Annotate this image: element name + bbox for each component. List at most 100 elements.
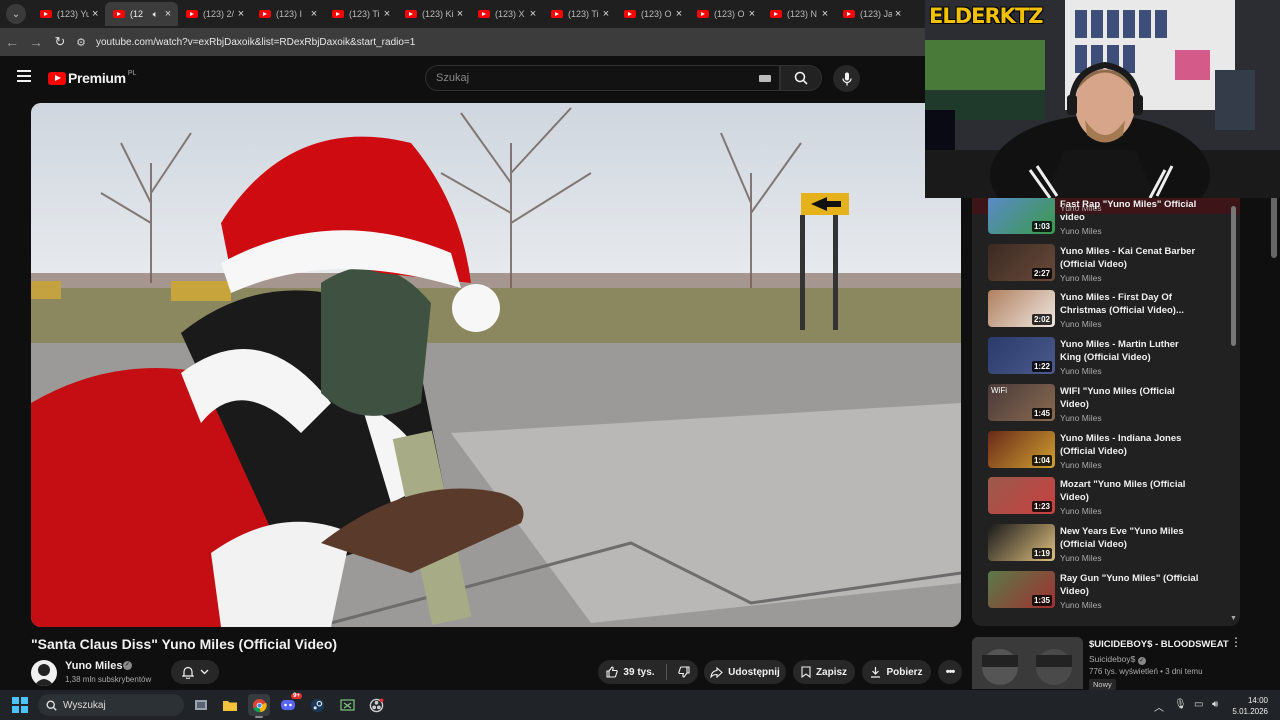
more-actions-button[interactable]: ••• <box>938 660 962 684</box>
browser-tab[interactable]: (123) N × <box>762 2 835 26</box>
url-field[interactable]: youtube.com/watch?v=exRbjDaxoik&list=RDe… <box>96 37 415 48</box>
playlist-item[interactable]: 1:23 Mozart "Yuno Miles (Official Video) Y… <box>972 473 1240 517</box>
keyboard-icon[interactable] <box>759 75 771 82</box>
search-button[interactable] <box>780 65 822 91</box>
channel-name[interactable]: Yuno Miles <box>65 660 122 672</box>
browser-tab[interactable]: (123) O × <box>689 2 762 26</box>
playlist-item[interactable]: 1:04 Yuno Miles - Indiana Jones (Official… <box>972 427 1240 471</box>
playlist-thumbnail[interactable]: 1:19 <box>988 523 1055 561</box>
playlist-thumbnail[interactable]: 2:27 <box>988 243 1055 281</box>
like-count[interactable]: 39 tys. <box>623 667 654 678</box>
playlist-item-title[interactable]: Fast Rap "Yuno Miles" Official video <box>1060 198 1200 224</box>
discord-icon[interactable]: 9+ <box>277 693 302 716</box>
close-tab-icon[interactable]: × <box>308 8 320 20</box>
close-tab-icon[interactable]: × <box>162 8 174 20</box>
playlist-item[interactable]: 2:27 Yuno Miles - Kai Cenat Barber (Offic… <box>972 240 1240 284</box>
close-tab-icon[interactable]: × <box>746 8 758 20</box>
microphone-icon[interactable]: 🎙︎ <box>1174 699 1187 710</box>
browser-tab[interactable]: (123) 2/× <box>178 2 251 26</box>
speaker-icon[interactable]: 🔈︎ <box>153 9 158 20</box>
playlist-scrollbar-thumb[interactable] <box>1231 206 1236 346</box>
new-badge: Nowy <box>1089 679 1116 690</box>
recommended-video[interactable]: $UICIDEBOY$ - BLOODSWEAT Suicideboy$ ✓ 7… <box>972 636 1242 690</box>
tab-title: (123) O <box>714 9 745 19</box>
playlist-thumbnail[interactable]: 1:23 <box>988 477 1055 515</box>
playlist-item-title[interactable]: Ray Gun "Yuno Miles" (Official Video) <box>1060 572 1200 598</box>
windows-start-icon[interactable] <box>12 697 28 713</box>
close-tab-icon[interactable]: × <box>381 8 393 20</box>
browser-tab[interactable]: (123) X × <box>470 2 543 26</box>
recommended-title[interactable]: $UICIDEBOY$ - BLOODSWEAT <box>1089 639 1229 650</box>
playlist-scrollbar[interactable]: ▼ <box>1230 196 1238 626</box>
reload-button[interactable]: ↻ <box>48 34 72 50</box>
close-tab-icon[interactable]: × <box>819 8 831 20</box>
more-vertical-icon[interactable]: ⋮ <box>1230 636 1242 648</box>
steam-icon[interactable] <box>306 694 328 716</box>
playlist-thumbnail[interactable]: WiFi 1:45 <box>988 383 1055 421</box>
scroll-down-arrow-icon[interactable]: ▼ <box>1230 615 1237 622</box>
app-window-icon[interactable] <box>336 694 358 716</box>
file-explorer-icon[interactable] <box>219 694 241 716</box>
search-input[interactable]: Szukaj <box>425 65 780 91</box>
video-player[interactable] <box>31 103 961 627</box>
browser-tab[interactable]: (123) I × <box>251 2 324 26</box>
close-tab-icon[interactable]: × <box>454 8 466 20</box>
like-icon[interactable] <box>606 666 619 678</box>
close-tab-icon[interactable]: × <box>235 8 247 20</box>
browser-tab[interactable]: (12 🔈︎ × <box>105 2 178 26</box>
share-button[interactable]: Udostępnij <box>704 660 786 684</box>
channel-avatar[interactable] <box>31 660 57 686</box>
playlist-item-title[interactable]: WIFI "Yuno Miles (Official Video) <box>1060 385 1200 411</box>
browser-tab[interactable]: (123) Ja × <box>835 2 908 26</box>
playlist-item-title[interactable]: Yuno Miles - First Day Of Christmas (Off… <box>1060 291 1200 317</box>
playlist-thumbnail[interactable]: 1:35 <box>988 570 1055 608</box>
playlist-item[interactable]: 1:19 New Years Eve "Yuno Miles (Official … <box>972 520 1240 564</box>
youtube-premium-logo[interactable]: Premium PL <box>48 70 136 86</box>
playlist-item[interactable]: 1:22 Yuno Miles - Martin Luther King (Off… <box>972 333 1240 377</box>
task-view-icon[interactable] <box>190 694 212 716</box>
playlist-thumbnail[interactable]: 1:22 <box>988 337 1055 375</box>
page-scrollbar-thumb[interactable] <box>1271 196 1277 258</box>
forward-button[interactable]: → <box>24 34 48 50</box>
chevron-up-icon[interactable]: ︿ <box>1154 699 1164 714</box>
dislike-icon[interactable] <box>677 666 690 678</box>
playlist-item-title[interactable]: New Years Eve "Yuno Miles (Official Vide… <box>1060 525 1200 551</box>
browser-tab[interactable]: (123) O × <box>616 2 689 26</box>
windows-taskbar: Wyszukaj 9+ ︿ 🎙︎ ▭ 🔊︎ 14:00 5.01.2026 <box>0 690 1280 720</box>
playlist-item-title[interactable]: Yuno Miles - Indiana Jones (Official Vid… <box>1060 432 1200 458</box>
browser-tab[interactable]: (123) Ti × <box>324 2 397 26</box>
close-tab-icon[interactable]: × <box>527 8 539 20</box>
playlist-item[interactable]: 1:35 Ray Gun "Yuno Miles" (Official Video… <box>972 567 1240 611</box>
back-button[interactable]: ← <box>0 34 24 50</box>
hamburger-menu-icon[interactable] <box>17 70 31 82</box>
close-tab-icon[interactable]: × <box>892 8 904 20</box>
site-info-icon[interactable]: ⚙ <box>72 36 90 49</box>
voice-search-button[interactable] <box>833 65 860 92</box>
obs-icon[interactable] <box>365 694 387 716</box>
download-button[interactable]: Pobierz <box>862 660 931 684</box>
tab-search-button[interactable]: ⌄ <box>6 4 26 24</box>
close-tab-icon[interactable]: × <box>89 8 101 20</box>
recommended-thumbnail[interactable] <box>972 637 1083 689</box>
playlist-item-title[interactable]: Yuno Miles - Martin Luther King (Officia… <box>1060 338 1200 364</box>
close-tab-icon[interactable]: × <box>673 8 685 20</box>
notification-bell-button[interactable] <box>171 660 219 684</box>
display-icon[interactable]: ▭ <box>1194 699 1203 710</box>
taskbar-search-box[interactable]: Wyszukaj <box>38 694 184 716</box>
volume-icon[interactable]: 🔊︎ <box>1212 699 1218 710</box>
playlist-item-title[interactable]: Yuno Miles - Kai Cenat Barber (Official … <box>1060 245 1200 271</box>
playlist-thumbnail[interactable]: 2:02 <box>988 290 1055 328</box>
playlist-item-title[interactable]: Mozart "Yuno Miles (Official Video) <box>1060 478 1200 504</box>
playlist-thumbnail[interactable]: 1:04 <box>988 430 1055 468</box>
playlist-thumbnail[interactable]: 1:03 <box>988 197 1055 234</box>
playlist-item[interactable]: WiFi 1:45 WIFI "Yuno Miles (Official Video… <box>972 380 1240 424</box>
close-tab-icon[interactable]: × <box>600 8 612 20</box>
browser-tab[interactable]: (123) Ti × <box>543 2 616 26</box>
browser-tab[interactable]: (123) Yu × <box>32 2 105 26</box>
playlist-item[interactable]: 2:02 Yuno Miles - First Day Of Christmas … <box>972 286 1240 330</box>
system-clock[interactable]: 14:00 5.01.2026 <box>1232 695 1268 717</box>
save-button[interactable]: Zapisz <box>793 660 855 684</box>
chrome-icon[interactable] <box>248 694 270 718</box>
browser-tab[interactable]: (123) Ki × <box>397 2 470 26</box>
playlist-item[interactable]: 1:03 Fast Rap "Yuno Miles" Official video… <box>972 196 1240 237</box>
